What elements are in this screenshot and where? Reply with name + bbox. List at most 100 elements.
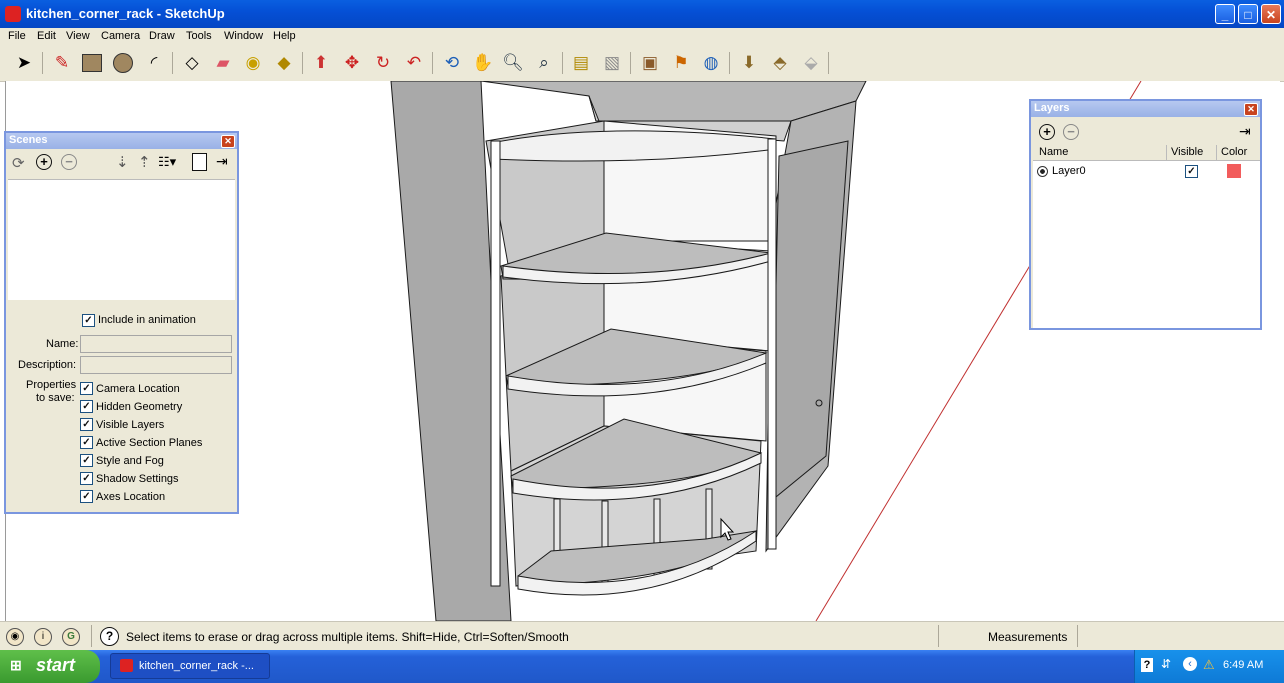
- maximize-button[interactable]: □: [1238, 4, 1258, 24]
- make-component-icon[interactable]: ◇: [180, 51, 204, 75]
- menu-window[interactable]: Window: [224, 30, 263, 42]
- sign-in-icon[interactable]: G: [62, 628, 80, 646]
- geo-location-icon[interactable]: ◉: [6, 628, 24, 646]
- properties-label: Properties: [26, 379, 77, 391]
- tray-security-icon[interactable]: ⚠: [1203, 657, 1215, 673]
- rectangle-icon[interactable]: [80, 51, 104, 75]
- shadow-settings-checkbox[interactable]: ✓: [80, 472, 93, 485]
- get-models-icon[interactable]: ▤: [569, 51, 593, 75]
- layer-visible-checkbox[interactable]: ✓: [1185, 165, 1198, 178]
- minimize-button[interactable]: _: [1215, 4, 1235, 24]
- tray-help-icon[interactable]: ?: [1141, 658, 1153, 672]
- refresh-icon[interactable]: ⟳: [12, 154, 25, 172]
- taskbar-item-sketchup[interactable]: kitchen_corner_rack -...: [110, 653, 270, 679]
- close-button[interactable]: ✕: [1261, 4, 1281, 24]
- visible-layers-checkbox[interactable]: ✓: [80, 418, 93, 431]
- col-visible[interactable]: Visible: [1171, 146, 1203, 158]
- scene-description-field[interactable]: [80, 356, 232, 374]
- view-options-icon[interactable]: ☷▾: [158, 154, 176, 170]
- toggle-terrain-icon[interactable]: ⬘: [768, 51, 792, 75]
- add-layer-icon[interactable]: +: [1039, 124, 1055, 140]
- scene-description-label: Description:: [18, 359, 77, 371]
- scene-name-field[interactable]: [80, 335, 232, 353]
- credits-icon[interactable]: i: [34, 628, 52, 646]
- arc-icon[interactable]: ◜: [142, 51, 166, 75]
- layer-row[interactable]: Layer0 ✓: [1033, 162, 1260, 180]
- menu-view[interactable]: View: [66, 30, 90, 42]
- tape-measure-icon[interactable]: ◉: [241, 51, 265, 75]
- axes-location-label: Axes Location: [96, 491, 166, 503]
- axes-location-checkbox[interactable]: ✓: [80, 490, 93, 503]
- components-icon[interactable]: ▣: [638, 51, 662, 75]
- place-model-icon[interactable]: ⬙: [799, 51, 823, 75]
- active-section-planes-checkbox[interactable]: ✓: [80, 436, 93, 449]
- zoom-icon[interactable]: 🔍︎: [501, 51, 525, 75]
- menu-draw[interactable]: Draw: [149, 30, 175, 42]
- layers-table: Name Visible Color Layer0 ✓: [1033, 145, 1260, 328]
- pan-icon[interactable]: ✋: [471, 51, 495, 75]
- toolbar-separator: [42, 52, 43, 74]
- style-fog-checkbox[interactable]: ✓: [80, 454, 93, 467]
- toolbar-separator: [630, 52, 631, 74]
- col-name[interactable]: Name: [1039, 146, 1068, 158]
- camera-location-checkbox[interactable]: ✓: [80, 382, 93, 395]
- start-button[interactable]: ⊞ start: [0, 650, 100, 683]
- toolbar-separator: [302, 52, 303, 74]
- menu-help[interactable]: Help: [273, 30, 296, 42]
- zoom-extents-icon[interactable]: ⌕: [532, 51, 556, 75]
- shadow-settings-label: Shadow Settings: [96, 473, 179, 485]
- 3d-warehouse-icon[interactable]: ⚑: [669, 51, 693, 75]
- push-pull-icon[interactable]: ⬆: [309, 51, 333, 75]
- google-earth-icon[interactable]: ◍: [699, 51, 723, 75]
- hidden-geometry-label: Hidden Geometry: [96, 401, 183, 413]
- col-color[interactable]: Color: [1221, 146, 1247, 158]
- add-scene-icon[interactable]: +: [36, 154, 52, 170]
- scenes-close-icon[interactable]: ✕: [221, 135, 235, 148]
- remove-layer-icon[interactable]: −: [1063, 124, 1079, 140]
- toolbar-separator: [729, 52, 730, 74]
- toolbar-separator: [828, 52, 829, 74]
- layers-title-bar: Layers ✕: [1031, 101, 1260, 117]
- hidden-geometry-checkbox[interactable]: ✓: [80, 400, 93, 413]
- select-icon[interactable]: ➤: [12, 51, 36, 75]
- layer-color-swatch[interactable]: [1227, 164, 1241, 178]
- menu-tools[interactable]: Tools: [186, 30, 212, 42]
- measurements-field[interactable]: [1077, 625, 1281, 647]
- show-details-icon[interactable]: [192, 153, 207, 171]
- windows-taskbar: ⊞ start kitchen_corner_rack -... ? ⇵ ‹ ⚠…: [0, 650, 1284, 683]
- active-layer-radio-icon[interactable]: [1037, 166, 1048, 177]
- layers-title: Layers: [1034, 102, 1070, 114]
- remove-scene-icon[interactable]: −: [61, 154, 77, 170]
- toolbar-separator: [432, 52, 433, 74]
- include-animation-checkbox[interactable]: ✓: [82, 314, 95, 327]
- layers-details-icon[interactable]: ⇥: [1239, 123, 1251, 140]
- offset-icon[interactable]: ↶: [402, 51, 426, 75]
- toolbar-separator: [172, 52, 173, 74]
- status-bar: ◉ i G ? Select items to erase or drag ac…: [0, 621, 1284, 651]
- menu-camera[interactable]: Camera: [101, 30, 140, 42]
- scenes-list[interactable]: [8, 179, 235, 300]
- pencil-icon[interactable]: ✎: [50, 51, 74, 75]
- get-current-view-icon[interactable]: ⬇: [737, 51, 761, 75]
- eraser-icon[interactable]: ▰: [211, 51, 235, 75]
- share-model-icon[interactable]: ▧: [600, 51, 624, 75]
- move-icon[interactable]: ✥: [340, 51, 364, 75]
- orbit-icon[interactable]: ⟲: [440, 51, 464, 75]
- move-scene-up-icon[interactable]: ⇡: [138, 153, 151, 171]
- layers-close-icon[interactable]: ✕: [1244, 103, 1258, 116]
- menu-file[interactable]: File: [8, 30, 26, 42]
- layer-name[interactable]: Layer0: [1052, 165, 1086, 177]
- tray-back-icon[interactable]: ‹: [1183, 657, 1197, 671]
- sketchup-task-icon: [120, 659, 133, 672]
- panel-expand-icon[interactable]: ⇥: [216, 153, 228, 170]
- main-toolbar: ➤ ✎ ◜ ◇ ▰ ◉ ◆ ⬆ ✥ ↻ ↶ ⟲ ✋ 🔍︎ ⌕ ▤ ▧ ▣ ⚑ ◍…: [0, 46, 1284, 82]
- rotate-icon[interactable]: ↻: [371, 51, 395, 75]
- title-bar: kitchen_corner_rack - SketchUp _ □ ✕: [0, 0, 1284, 28]
- circle-icon[interactable]: [111, 51, 135, 75]
- tray-network-icon[interactable]: ⇵: [1161, 657, 1171, 671]
- measurements-label: Measurements: [988, 630, 1068, 644]
- help-icon[interactable]: ?: [100, 627, 119, 646]
- menu-edit[interactable]: Edit: [37, 30, 56, 42]
- move-scene-down-icon[interactable]: ⇣: [116, 153, 129, 171]
- paint-bucket-icon[interactable]: ◆: [272, 51, 296, 75]
